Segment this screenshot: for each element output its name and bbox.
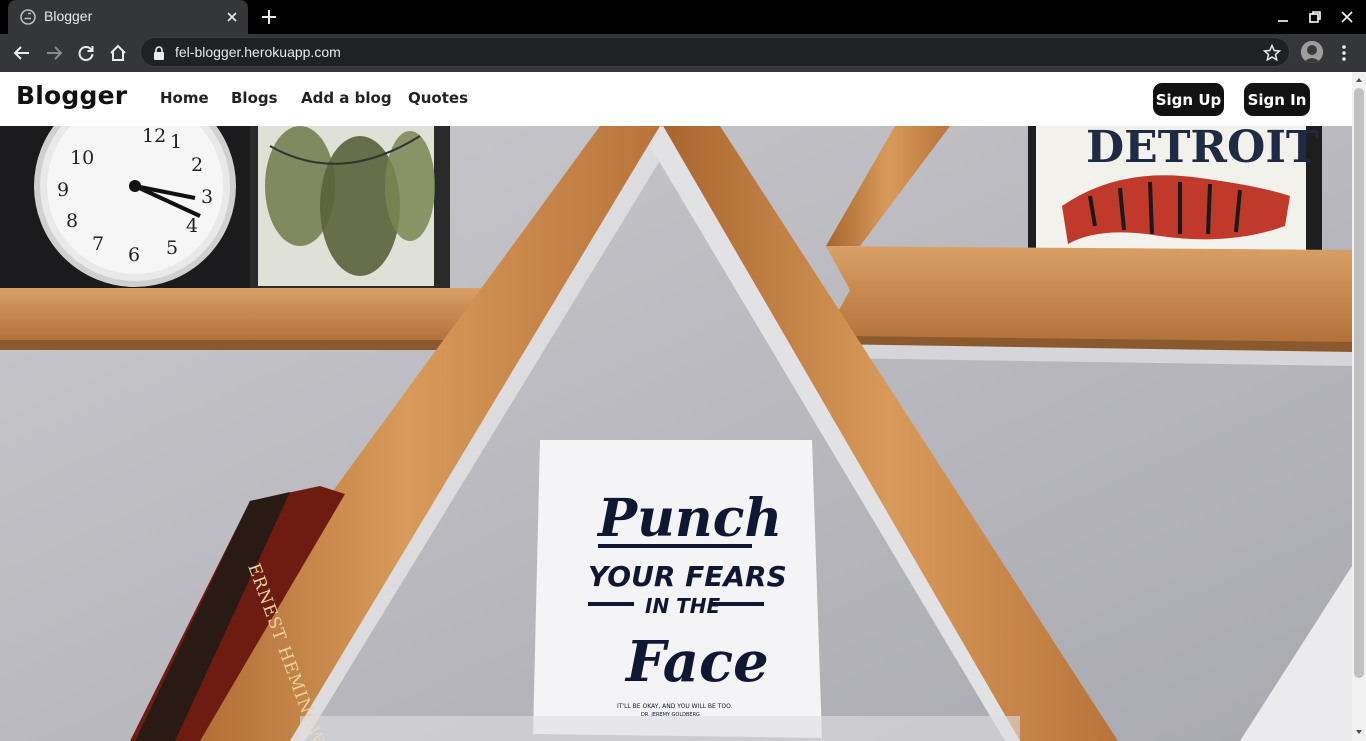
- svg-text:8: 8: [66, 210, 78, 232]
- svg-text:12: 12: [142, 126, 166, 147]
- svg-text:4: 4: [186, 215, 198, 237]
- scrollbar-thumb[interactable]: [1354, 88, 1364, 678]
- poster-small-text: IT'LL BE OKAY, AND YOU WILL BE TOO.: [617, 703, 733, 710]
- sign-in-button[interactable]: Sign In: [1244, 83, 1310, 116]
- nav-add-blog-link[interactable]: Add a blog: [301, 89, 392, 107]
- poster-line4: Face: [624, 629, 769, 695]
- home-icon[interactable]: [108, 43, 128, 63]
- poster-line1: Punch: [596, 488, 782, 549]
- reload-icon[interactable]: [76, 43, 96, 63]
- detroit-print: DETROIT: [1028, 126, 1322, 254]
- close-window-icon[interactable]: [1339, 9, 1355, 25]
- close-tab-icon[interactable]: [224, 9, 240, 25]
- svg-text:10: 10: [70, 147, 94, 169]
- nav-home-link[interactable]: Home: [160, 89, 209, 107]
- nav-blogs-link[interactable]: Blogs: [231, 89, 278, 107]
- poster-line3: IN THE: [645, 594, 721, 618]
- url-text: fel-blogger.herokuapp.com: [175, 44, 341, 60]
- restore-icon[interactable]: [1307, 9, 1323, 25]
- user-icon: [1301, 41, 1323, 63]
- lock-icon: [154, 46, 164, 60]
- browser-tab-strip: Blogger: [0, 0, 1366, 34]
- nav-quotes-link[interactable]: Quotes: [408, 89, 468, 107]
- new-tab-icon[interactable]: [260, 8, 278, 26]
- svg-text:7: 7: [92, 233, 104, 255]
- svg-text:5: 5: [166, 237, 178, 259]
- address-bar[interactable]: fel-blogger.herokuapp.com: [140, 37, 1290, 67]
- sign-up-button[interactable]: Sign Up: [1153, 83, 1224, 116]
- detroit-text: DETROIT: [1086, 126, 1319, 173]
- quote-poster: Punch YOUR FEARS IN THE Face IT'LL BE OK…: [533, 440, 822, 738]
- browser-toolbar: fel-blogger.herokuapp.com: [0, 34, 1366, 72]
- scroll-down-icon[interactable]: [1355, 728, 1363, 736]
- bookmark-star-icon[interactable]: [1263, 44, 1281, 62]
- cactus-print: [250, 126, 450, 288]
- browser-tab-active[interactable]: Blogger: [8, 0, 248, 34]
- svg-text:6: 6: [128, 244, 140, 266]
- minimize-icon[interactable]: [1275, 9, 1291, 25]
- browser-menu-icon[interactable]: [1336, 43, 1352, 63]
- page-scrollbar[interactable]: [1352, 72, 1366, 741]
- globe-icon: [20, 9, 36, 25]
- svg-text:9: 9: [57, 179, 69, 201]
- svg-text:3: 3: [201, 186, 213, 208]
- tab-title: Blogger: [44, 8, 93, 24]
- poster-line2: YOUR FEARS: [588, 560, 787, 593]
- site-navbar: Blogger Home Blogs Add a blog Quotes Sig…: [0, 72, 1352, 126]
- forward-arrow-icon[interactable]: [44, 43, 64, 63]
- back-arrow-icon[interactable]: [12, 43, 32, 63]
- page-viewport: Blogger Home Blogs Add a blog Quotes Sig…: [0, 72, 1366, 741]
- brand-logo[interactable]: Blogger: [16, 81, 127, 110]
- scroll-up-icon[interactable]: [1355, 76, 1363, 84]
- hero-photo: 12 1 2 3 4 5 6 7 8 9 10 DETROIT ERNEST H…: [0, 126, 1352, 741]
- hero-image: 12 1 2 3 4 5 6 7 8 9 10 DETROIT ERNEST H…: [0, 126, 1352, 741]
- svg-text:1: 1: [170, 131, 182, 153]
- svg-text:2: 2: [191, 154, 203, 176]
- profile-avatar[interactable]: [1301, 41, 1323, 63]
